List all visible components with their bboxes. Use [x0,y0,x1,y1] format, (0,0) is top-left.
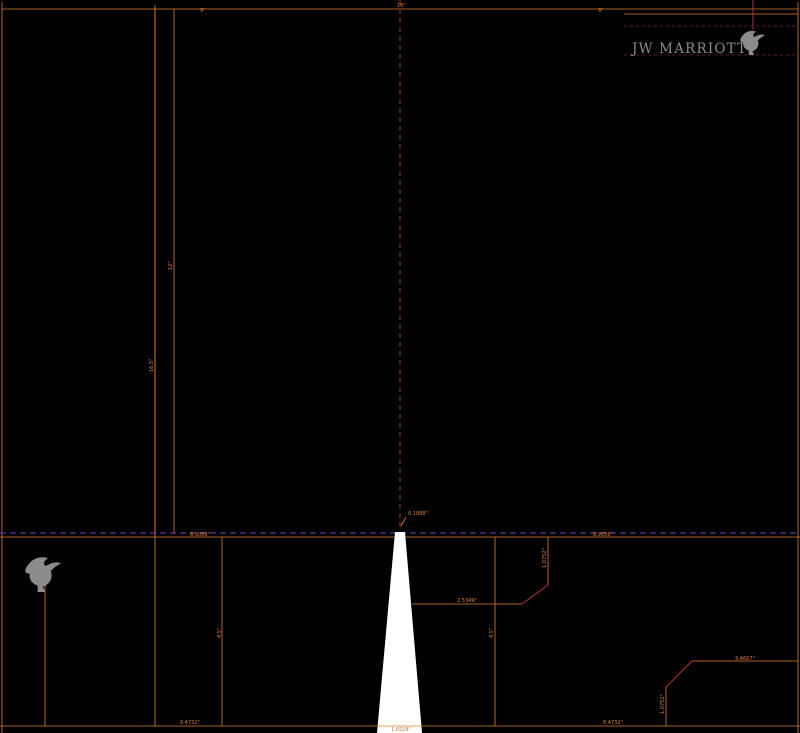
slit-upper-height-label: 1.0752" [542,548,548,568]
slit-lower-cut [665,660,693,688]
bottom-vertical-guides [44,537,667,726]
dieline-diagram: 9" 18" 9" 12" 16.5" 8.9056" 8.9056" 0.18… [0,0,800,733]
bottom-center-width-label: 1.6518" [391,727,411,733]
fold-right-width-label: 8.9056" [593,532,613,538]
slot-width-arrow [400,516,407,527]
bottom-right-width-label: 8.4732" [603,720,623,726]
top-center-width-label: 18" [397,3,406,9]
top-left-width-label: 9" [200,8,205,14]
slit-upper-width-label: 2.5349" [457,598,477,604]
brand-wordmark: JW MARRIOTT [630,41,747,57]
slit-lower-height-label: 1.0752" [660,694,666,714]
left-outer-height-label: 16.5" [149,359,155,372]
slit-upper-cut [521,584,549,605]
pocket-slot [377,532,422,733]
center-pocket-height-label: 4.5" [489,628,495,638]
slit-lower-width-label: 3.4667" [735,656,755,662]
bottom-left-width-label: 8.4732" [180,720,200,726]
left-pocket-height-label: 4.5" [217,628,223,638]
fold-left-width-label: 8.9056" [190,532,210,538]
slot-width-label: 0.1888" [408,511,428,517]
left-inner-height-label: 12" [168,261,174,270]
top-right-width-label: 9" [598,8,603,14]
griffin-icon [25,557,61,592]
